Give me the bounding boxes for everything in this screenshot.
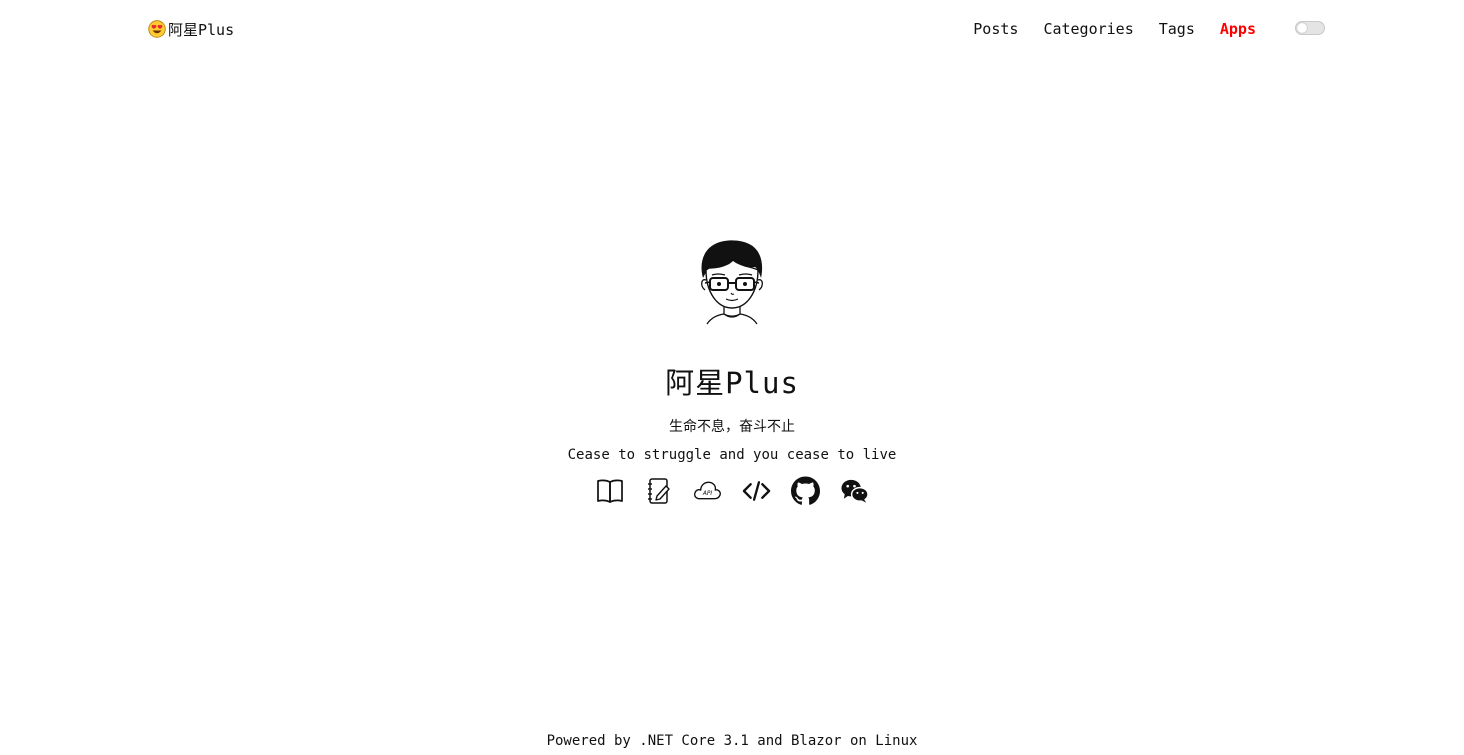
site-title: 阿星Plus: [665, 366, 799, 400]
site-footer: Powered by .NET Core 3.1 and Blazor on L…: [0, 731, 1464, 751]
site-logo-link[interactable]: 阿星Plus: [148, 17, 234, 41]
hero-section: 阿星Plus 生命不息，奋斗不止 Cease to struggle and y…: [0, 238, 1464, 506]
notebook-icon: [647, 478, 670, 504]
github-icon: [791, 476, 820, 505]
motto-chinese: 生命不息，奋斗不止: [669, 419, 795, 435]
book-icon: [596, 479, 623, 503]
theme-toggle-knob: [1297, 23, 1307, 33]
social-links: API: [0, 476, 1464, 506]
theme-toggle[interactable]: [1295, 21, 1325, 35]
book-link[interactable]: [595, 476, 624, 506]
nav-categories[interactable]: Categories: [1043, 20, 1133, 38]
svg-text:API: API: [702, 491, 712, 497]
code-icon: [742, 481, 771, 501]
site-header: 阿星Plus Posts Categories Tags Apps: [0, 0, 1464, 56]
github-link[interactable]: [791, 476, 820, 506]
footer-text: Powered by .NET Core 3.1 and Blazor on L…: [546, 733, 918, 749]
main-nav: Posts Categories Tags Apps: [973, 17, 1256, 41]
wechat-icon: [841, 479, 869, 503]
nav-posts[interactable]: Posts: [973, 20, 1018, 38]
wechat-link[interactable]: [840, 476, 869, 506]
motto-english: Cease to struggle and you cease to live: [567, 447, 897, 463]
api-link[interactable]: API: [693, 476, 722, 506]
notebook-link[interactable]: [644, 476, 673, 506]
avatar: [701, 240, 763, 325]
site-logo-text: 阿星Plus: [168, 20, 235, 39]
nav-apps[interactable]: Apps: [1220, 20, 1256, 38]
nav-tags[interactable]: Tags: [1159, 20, 1195, 38]
cloud-api-icon: API: [694, 481, 721, 500]
heart-eyes-emoji-icon: [148, 20, 166, 38]
code-link[interactable]: [742, 476, 771, 506]
